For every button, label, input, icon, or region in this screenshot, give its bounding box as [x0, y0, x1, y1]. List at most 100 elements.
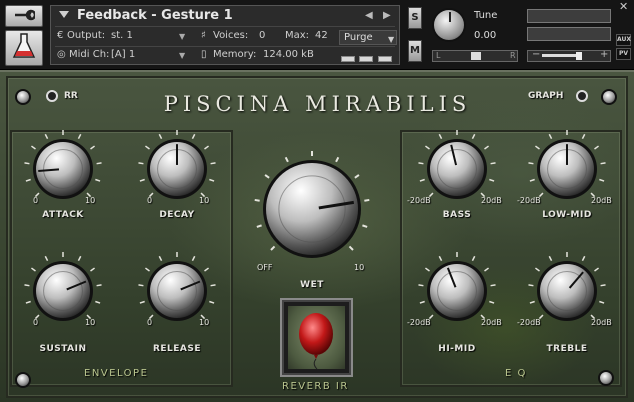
output-value[interactable]: st. 1 [111, 30, 133, 41]
voices-value: 0 [259, 30, 266, 41]
graph-label: GRAPH [528, 91, 564, 101]
release-max-label: 10 [199, 318, 210, 327]
knob-tick [535, 145, 540, 150]
low-mid-label: LOW-MID [542, 210, 592, 220]
purge-dropdown-icon: ▼ [388, 35, 395, 44]
knob-tick [529, 300, 535, 304]
header-divider [55, 46, 395, 47]
memory-bar-1 [341, 56, 355, 62]
tune-knob[interactable] [432, 8, 466, 42]
pan-slider-handle[interactable] [471, 52, 481, 60]
rr-label: RR [64, 91, 78, 101]
reverb-ir-image [288, 306, 345, 370]
knob-tick [209, 300, 215, 304]
knob-tick [44, 255, 49, 262]
knob-tick [581, 133, 586, 140]
knob-tick [484, 267, 489, 272]
knob-tick [600, 284, 606, 287]
sustain-label: SUSTAIN [39, 344, 87, 354]
knob-tick [599, 178, 605, 182]
decay-max-label: 10 [199, 196, 210, 205]
knob-tick [158, 255, 163, 262]
mute-button[interactable]: M [408, 40, 422, 62]
release-label: RELEASE [152, 344, 202, 354]
attack-max-label: 10 [85, 196, 96, 205]
midi-channel-value[interactable]: [A] 1 [111, 49, 135, 60]
output-label: Output: [67, 30, 106, 41]
knob-tick [438, 255, 443, 262]
knob-tick [24, 284, 30, 287]
decay-label: DECAY [159, 210, 195, 220]
treble-label: TREBLE [546, 344, 588, 354]
knob-tick [528, 284, 534, 287]
knob-body [36, 264, 90, 318]
knob-tick [471, 255, 476, 262]
max-voices-value[interactable]: 42 [315, 30, 328, 41]
memory-value: 124.00 kB [263, 49, 314, 60]
knob-tick [209, 178, 215, 182]
voices-icon: ♯ [201, 30, 206, 41]
rr-toggle[interactable] [46, 90, 58, 102]
volume-plus-label: + [600, 49, 609, 60]
pan-slider[interactable] [432, 50, 518, 62]
collapse-arrow-icon[interactable] [59, 11, 69, 18]
pan-left-label: L [436, 51, 441, 60]
envelope-section-label: ENVELOPE [84, 368, 149, 379]
screw-icon [601, 89, 617, 105]
knob-tick [77, 255, 82, 262]
knob-tick [335, 156, 340, 163]
close-icon[interactable]: ✕ [619, 0, 628, 13]
knob-tick [529, 178, 535, 182]
output-icon: € [57, 30, 64, 41]
reverb-ir-label: REVERB IR [282, 381, 349, 392]
hi-mid-label: HI-MID [438, 344, 476, 354]
tune-value[interactable]: 0.00 [474, 30, 496, 41]
knob-tick [471, 133, 476, 140]
knob-tick [489, 178, 495, 182]
knob-tick [191, 255, 196, 262]
knob-tick [210, 284, 216, 287]
wet-knob[interactable] [251, 148, 373, 270]
knob-body [266, 163, 358, 255]
volume-slider-handle[interactable] [576, 52, 582, 60]
knob-tick [158, 133, 163, 140]
script-editor-button[interactable] [5, 30, 43, 66]
volume-slider[interactable]: − + [527, 49, 611, 62]
instrument-name-panel: Feedback - Gesture 1 ◀ ▶ € Output: st. 1… [50, 5, 400, 65]
graph-toggle[interactable] [576, 90, 588, 102]
knob-tick [44, 133, 49, 140]
voices-label: Voices: [213, 30, 249, 41]
knob-tick [24, 162, 30, 165]
output-dropdown-icon[interactable]: ▼ [179, 32, 185, 41]
knob-tick [31, 145, 36, 150]
purge-dropdown[interactable]: Purge ▼ [339, 30, 397, 45]
aux-button[interactable]: AUX [616, 34, 631, 46]
previous-instrument-icon[interactable]: ◀ [365, 10, 373, 21]
wet-label: WET [300, 280, 324, 290]
knob-body [430, 142, 484, 196]
treble-min-label: -20dB [517, 318, 541, 327]
knob-tick [204, 145, 209, 150]
next-instrument-icon[interactable]: ▶ [383, 10, 391, 21]
knob-tick [25, 178, 31, 182]
bass-min-label: -20dB [407, 196, 431, 205]
screw-icon [598, 370, 614, 386]
instrument-title-logo: PISCINA MIRABILIS [163, 92, 472, 116]
knob-tick [138, 162, 144, 165]
balloon-icon [299, 313, 333, 370]
hi-mid-max-label: 20dB [481, 318, 502, 327]
instrument-options-button[interactable] [5, 5, 43, 27]
decay-min-label: 0 [147, 196, 153, 205]
knob-tick [362, 224, 368, 228]
knob-tick [528, 162, 534, 165]
wet-min-label: OFF [257, 263, 273, 272]
knob-tick [354, 174, 360, 179]
solo-button[interactable]: S [408, 7, 422, 29]
instrument-title[interactable]: Feedback - Gesture 1 [77, 8, 233, 23]
knob-tick [364, 198, 370, 202]
pv-button[interactable]: PV [616, 48, 631, 60]
reverb-ir-selector[interactable] [280, 298, 353, 377]
pan-right-label: R [510, 51, 516, 60]
midi-dropdown-icon[interactable]: ▼ [179, 51, 185, 60]
knob-tick [548, 133, 553, 140]
